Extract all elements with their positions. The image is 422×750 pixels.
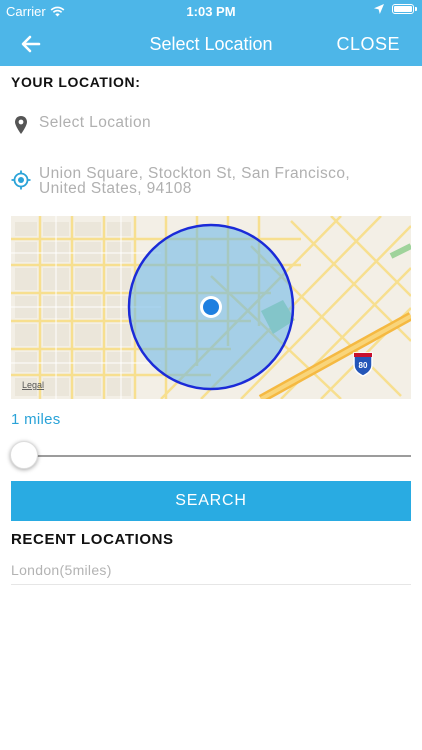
- radius-slider-handle[interactable]: [10, 441, 38, 469]
- highway-label: 80: [359, 361, 368, 370]
- nav-bar: Select Location CLOSE: [0, 22, 422, 66]
- current-location-row[interactable]: Union Square, Stockton St, San Francisco…: [11, 166, 391, 196]
- radius-slider-track[interactable]: [24, 455, 411, 457]
- address-line-2: United States, 94108: [39, 180, 192, 197]
- close-button[interactable]: CLOSE: [336, 34, 400, 55]
- radius-label: 1 miles: [11, 411, 61, 428]
- map-legal-link[interactable]: Legal: [22, 380, 44, 390]
- current-location-address: Union Square, Stockton St, San Francisco…: [39, 166, 350, 197]
- select-location-input[interactable]: Select Location: [11, 115, 151, 135]
- highway-shield-icon: 80: [353, 352, 373, 377]
- select-location-placeholder: Select Location: [39, 114, 151, 131]
- status-bar: Carrier 1:03 PM: [0, 0, 422, 22]
- location-arrow-icon: [374, 4, 384, 14]
- status-right: [374, 4, 417, 14]
- recent-locations-heading: RECENT LOCATIONS: [11, 531, 174, 548]
- status-time: 1:03 PM: [186, 4, 236, 19]
- map-view[interactable]: 80 Legal: [11, 216, 411, 399]
- search-button[interactable]: SEARCH: [11, 481, 411, 521]
- map-pin-icon: [15, 116, 27, 134]
- recent-location-item[interactable]: London(5miles): [11, 562, 411, 585]
- battery-icon: [392, 4, 417, 14]
- crosshair-icon: [11, 170, 31, 190]
- map-canvas: 80 Legal: [11, 216, 411, 399]
- your-location-heading: YOUR LOCATION:: [11, 74, 141, 90]
